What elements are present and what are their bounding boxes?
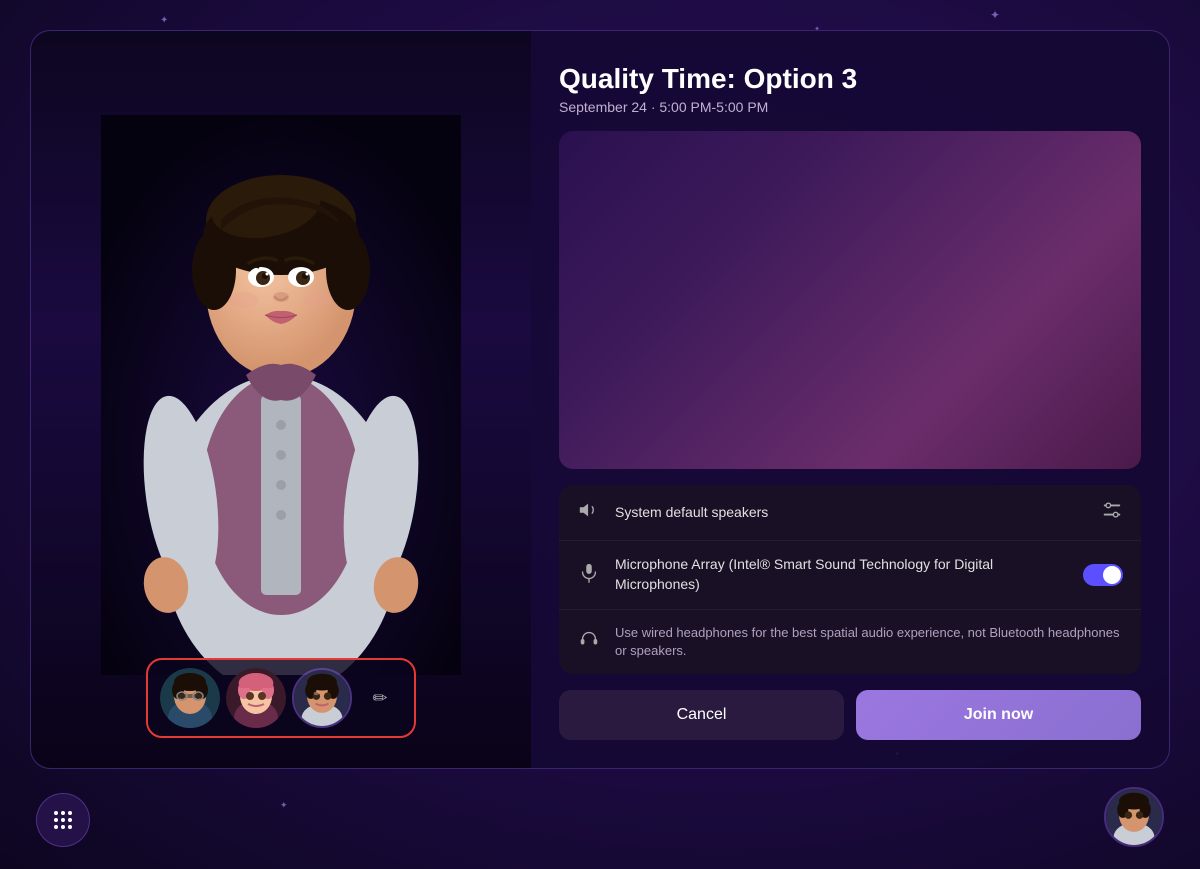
action-buttons: Cancel Join now <box>559 690 1141 740</box>
avatar-panel: ✏ <box>31 31 531 768</box>
mic-toggle-switch[interactable] <box>1083 564 1123 586</box>
star-deco: ✦ <box>280 800 288 811</box>
headphone-row: Use wired headphones for the best spatia… <box>559 610 1141 674</box>
microphone-label: Microphone Array (Intel® Smart Sound Tec… <box>615 555 1069 594</box>
join-now-button[interactable]: Join now <box>856 690 1141 740</box>
audio-controls: System default speakers <box>559 485 1141 674</box>
event-title: Quality Time: Option 3 <box>559 63 1141 95</box>
cancel-button[interactable]: Cancel <box>559 690 844 740</box>
pencil-icon: ✏ <box>372 688 387 709</box>
event-header: Quality Time: Option 3 September 24 · 5:… <box>559 63 1141 115</box>
avatar-option-3[interactable] <box>292 668 352 728</box>
event-datetime: September 24 · 5:00 PM-5:00 PM <box>559 99 1141 115</box>
event-preview <box>559 131 1141 469</box>
headphone-note: Use wired headphones for the best spatia… <box>615 624 1123 660</box>
edit-avatar-button[interactable]: ✏ <box>358 676 402 720</box>
avatar-display <box>101 115 461 675</box>
star-deco: ✦ <box>990 8 1000 22</box>
avatar-option-1[interactable] <box>160 668 220 728</box>
speaker-label: System default speakers <box>615 503 1087 523</box>
star-deco: ✦ <box>160 15 168 26</box>
right-panel: Quality Time: Option 3 September 24 · 5:… <box>531 31 1169 768</box>
main-panel: ✏ Quality Time: Option 3 September 24 · … <box>30 30 1170 769</box>
headphone-icon <box>577 628 601 655</box>
speaker-icon <box>577 499 601 526</box>
speaker-settings[interactable] <box>1101 499 1123 526</box>
microphone-toggle[interactable] <box>1083 564 1123 586</box>
microphone-row: Microphone Array (Intel® Smart Sound Tec… <box>559 541 1141 609</box>
user-nav-button[interactable] <box>1104 787 1164 847</box>
grid-icon <box>51 808 75 832</box>
speaker-row: System default speakers <box>559 485 1141 541</box>
grid-nav-button[interactable] <box>36 793 90 847</box>
avatar-option-2[interactable] <box>226 668 286 728</box>
avatar-selector: ✏ <box>146 658 416 738</box>
microphone-icon <box>577 562 601 589</box>
user-avatar-nav <box>1106 789 1162 845</box>
